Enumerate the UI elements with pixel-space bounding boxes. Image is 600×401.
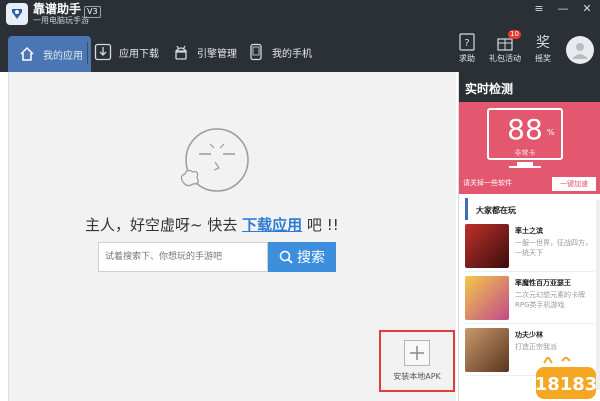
app-logo: 靠谱助手 一用电脑玩手游 — [6, 3, 89, 25]
game-thumbnail — [465, 276, 509, 320]
speed-up-button[interactable]: 一键加速 — [552, 177, 596, 191]
gift-label: 礼包活动 — [489, 54, 521, 63]
home-icon — [16, 43, 38, 65]
phone-icon — [245, 41, 267, 63]
nav-tools: ? 求助 10 礼包活动 奖 摇奖 — [448, 30, 600, 72]
detect-hint: 请关掉一些软件 — [463, 179, 512, 187]
tab-my-phone[interactable]: 我的手机 — [245, 34, 312, 70]
download-apps-link[interactable]: 下载应用 — [242, 216, 302, 234]
game-desc: 一服一世界，征战四方，一统天下 — [515, 239, 592, 257]
version-badge: V3 — [84, 6, 101, 18]
search-button[interactable]: 搜索 — [268, 242, 336, 272]
help-icon: ? — [448, 33, 486, 53]
nav-divider — [87, 42, 88, 64]
tab-my-phone-label: 我的手机 — [272, 48, 312, 60]
tab-engine-manage[interactable]: 引擎管理 — [170, 34, 237, 70]
app-logo-icon — [6, 3, 28, 25]
install-apk-button[interactable]: 安装本地APK — [379, 330, 455, 392]
game-item[interactable]: 率魔性百万亚瑟王 二次元幻想元素的卡牌RPG类手机游戏 — [465, 272, 594, 324]
popular-games-title: 大家都在玩 — [465, 198, 600, 220]
svg-text:?: ? — [464, 38, 469, 49]
menu-icon[interactable]: ≡ — [532, 2, 546, 16]
svg-text:奖: 奖 — [536, 34, 550, 51]
tab-my-apps[interactable]: 我的应用 — [8, 36, 91, 72]
empty-message-prefix: 主人，好空虚呀~ 快去 — [85, 216, 238, 234]
nav-bar: 我的应用 应用下载 引擎管理 我的手机 ? 求助 10 礼包活动 奖 摇奖 — [0, 30, 600, 72]
tab-engine-manage-label: 引擎管理 — [197, 48, 237, 60]
game-desc: 二次元幻想元素的卡牌RPG类手机游戏 — [515, 291, 585, 309]
search-icon — [279, 250, 293, 264]
game-name: 率魔性百万亚瑟王 — [515, 279, 571, 287]
game-desc: 打造正宗我派 — [515, 343, 557, 351]
monitor-icon: 88 % 非常卡 — [487, 108, 563, 160]
tab-my-apps-label: 我的应用 — [43, 50, 83, 62]
search-button-label: 搜索 — [297, 250, 325, 266]
watermark-logo: 18183 — [534, 355, 598, 401]
lottery-label: 摇奖 — [535, 54, 551, 63]
performance-status: 非常卡 — [514, 149, 536, 157]
install-apk-label: 安装本地APK — [393, 372, 441, 381]
avatar[interactable] — [566, 36, 594, 64]
minimize-icon[interactable]: — — [556, 2, 570, 16]
gift-badge: 10 — [508, 30, 521, 39]
search-input[interactable] — [98, 242, 268, 272]
game-item[interactable]: 率土之滨 一服一世界，征战四方，一统天下 — [465, 220, 594, 272]
side-panel: 实时检测 88 % 非常卡 请关掉一些软件 一键加速 大家都在玩 率土之滨 一服… — [458, 72, 600, 401]
performance-score: 88 — [507, 113, 543, 146]
monitor-base — [509, 166, 541, 168]
user-icon — [572, 43, 588, 59]
performance-monitor: 88 % 非常卡 请关掉一些软件 一键加速 — [459, 102, 600, 194]
game-name: 功夫少林 — [515, 331, 543, 339]
help-button[interactable]: ? 求助 — [448, 30, 486, 64]
empty-message-suffix: 吧 !! — [306, 216, 339, 234]
search-bar: 搜索 — [98, 242, 336, 272]
game-thumbnail — [465, 224, 509, 268]
gift-button[interactable]: 10 礼包活动 — [486, 30, 524, 64]
empty-face-icon — [177, 124, 253, 206]
lottery-button[interactable]: 奖 摇奖 — [524, 30, 562, 64]
app-title: 靠谱助手 — [33, 2, 82, 16]
empty-message: 主人，好空虚呀~ 快去 下载应用 吧 !! — [85, 214, 339, 235]
close-icon[interactable]: ✕ — [580, 2, 594, 16]
tab-app-download-label: 应用下载 — [119, 48, 159, 60]
game-name: 率土之滨 — [515, 227, 543, 235]
plus-icon — [404, 340, 430, 366]
main-panel: 主人，好空虚呀~ 快去 下载应用 吧 !! 搜索 安装本地APK — [8, 72, 456, 401]
svg-text:18183: 18183 — [535, 374, 598, 395]
download-icon — [92, 41, 114, 63]
title-bar: 靠谱助手 一用电脑玩手游 V3 ≡ — ✕ — [0, 0, 600, 30]
lottery-icon: 奖 — [524, 33, 562, 53]
app-subtitle: 一用电脑玩手游 — [33, 16, 89, 25]
performance-unit: % — [547, 128, 555, 137]
android-icon — [170, 41, 192, 63]
help-label: 求助 — [459, 54, 475, 63]
game-thumbnail — [465, 328, 509, 372]
detect-title: 实时检测 — [459, 72, 600, 102]
tab-app-download[interactable]: 应用下载 — [92, 34, 159, 70]
window-controls: ≡ — ✕ — [532, 2, 594, 16]
